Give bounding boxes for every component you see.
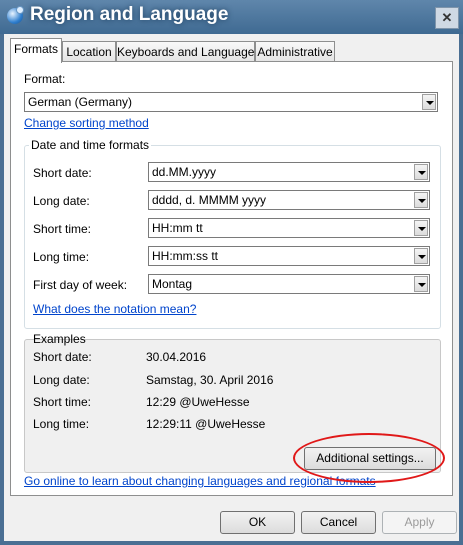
example-long-date-label: Long date: [33,373,90,387]
tab-keyboards-and-languages[interactable]: Keyboards and Languages [116,41,260,62]
chevron-down-icon[interactable] [414,164,428,180]
example-long-date-value: Samstag, 30. April 2016 [146,373,274,387]
chevron-down-icon[interactable] [422,94,436,110]
long-date-label: Long date: [33,194,90,208]
red-highlight-ellipse [293,433,445,483]
long-date-select[interactable]: dddd, d. MMMM yyyy [148,190,430,210]
short-date-select[interactable]: dd.MM.yyyy [148,162,430,182]
change-sorting-link[interactable]: Change sorting method [24,116,149,130]
first-day-of-week-value: Montag [152,277,193,291]
chevron-down-icon[interactable] [414,276,428,292]
chevron-down-icon[interactable] [414,248,428,264]
long-time-label: Long time: [33,250,90,264]
long-time-select[interactable]: HH:mm:ss tt [148,246,430,266]
ok-button[interactable]: OK [220,511,295,534]
examples-title: Examples [33,332,86,346]
cancel-button[interactable]: Cancel [301,511,376,534]
tab-location[interactable]: Location [62,41,116,62]
format-select[interactable]: German (Germany) [24,92,438,112]
long-time-value: HH:mm:ss tt [152,249,218,263]
example-long-time-value: 12:29:11 @UweHesse [146,417,266,431]
example-short-time-value: 12:29 @UweHesse [146,395,250,409]
tab-formats[interactable]: Formats [10,38,62,63]
first-day-of-week-label: First day of week: [33,278,128,292]
globe-icon [7,6,24,24]
example-short-date-value: 30.04.2016 [146,350,207,364]
window-title: Region and Language [30,4,229,25]
date-time-formats-title: Date and time formats [29,138,152,152]
example-short-time-label: Short time: [33,395,92,409]
long-date-value: dddd, d. MMMM yyyy [152,193,267,207]
tab-administrative[interactable]: Administrative [255,41,335,62]
apply-button[interactable]: Apply [382,511,457,534]
format-label: Format: [24,72,66,86]
chevron-down-icon[interactable] [414,220,428,236]
example-short-date-label: Short date: [33,350,92,364]
example-long-time-label: Long time: [33,417,90,431]
formats-panel: Format: German (Germany) Change sorting … [10,61,453,496]
short-time-select[interactable]: HH:mm tt [148,218,430,238]
short-time-value: HH:mm tt [152,221,203,235]
format-select-value: German (Germany) [28,95,133,109]
first-day-of-week-select[interactable]: Montag [148,274,430,294]
short-date-value: dd.MM.yyyy [152,165,217,179]
chevron-down-icon[interactable] [414,192,428,208]
short-time-label: Short time: [33,222,92,236]
title-bar: Region and Language ✕ [0,0,463,34]
short-date-label: Short date: [33,166,92,180]
close-button[interactable]: ✕ [435,7,459,29]
notation-help-link[interactable]: What does the notation mean? [33,302,196,316]
